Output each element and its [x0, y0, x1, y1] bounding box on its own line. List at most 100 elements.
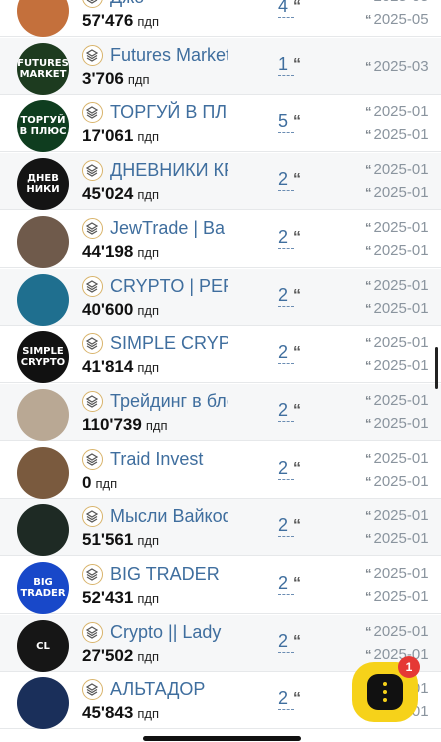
- quote-icon: “: [365, 127, 372, 142]
- mention-date-link[interactable]: “2025-05: [365, 8, 441, 31]
- channel-row[interactable]: Джо57'476пдп4““2025-05“2025-05: [0, 0, 441, 37]
- channel-row[interactable]: Трейдинг в блоге110'739пдп2““2025-01“202…: [0, 384, 441, 441]
- mention-date-link[interactable]: “2025-01: [365, 412, 441, 435]
- channel-name-link[interactable]: Мысли Вайкоффа: [110, 505, 228, 527]
- channel-avatar[interactable]: [17, 504, 69, 556]
- layers-icon: [82, 102, 103, 123]
- channel-row[interactable]: SIMPLE CRYPTOSIMPLE CRYPTO41'814пдп2““20…: [0, 326, 441, 383]
- mentions-count-link[interactable]: 2: [278, 631, 294, 653]
- subscriber-unit: пдп: [137, 14, 159, 29]
- mention-date-link[interactable]: “2025-01: [365, 620, 441, 643]
- channel-name-link[interactable]: SIMPLE CRYPTO: [110, 332, 228, 354]
- quote-icon: “: [365, 416, 372, 431]
- mention-date-link[interactable]: “2025-01: [365, 158, 441, 181]
- mention-date-link[interactable]: “2025-01: [365, 447, 441, 470]
- channel-avatar[interactable]: [17, 274, 69, 326]
- mentions-count-link[interactable]: 2: [278, 573, 294, 595]
- mention-date-link[interactable]: “2025-01: [365, 239, 441, 262]
- quote-icon: “: [293, 171, 301, 188]
- mention-date-link[interactable]: “2025-01: [365, 297, 441, 320]
- mention-date-text: 2025-03: [373, 58, 429, 75]
- channel-name-link[interactable]: CRYPTO | PERSONAL: [110, 275, 228, 297]
- channel-name-link[interactable]: BIG TRADER: [110, 563, 228, 585]
- quote-icon: “: [365, 393, 372, 408]
- channel-name-link[interactable]: ТОРГУЙ В ПЛЮС: [110, 101, 228, 123]
- mention-date-link[interactable]: “2025-01: [365, 331, 441, 354]
- channel-row[interactable]: ТОРГУЙ В ПЛЮСТОРГУЙ В ПЛЮС17'061пдп5““20…: [0, 95, 441, 152]
- mention-date-link[interactable]: “2025-01: [365, 100, 441, 123]
- dashed-underline: [278, 190, 294, 191]
- channel-row[interactable]: Мысли Вайкоффа51'561пдп2““2025-01“2025-0…: [0, 499, 441, 556]
- mentions-count-link[interactable]: 2: [278, 342, 294, 364]
- subscriber-unit: пдп: [137, 360, 159, 375]
- mention-date-link[interactable]: “2025-01: [365, 527, 441, 550]
- mentions-count-link[interactable]: 5: [278, 111, 294, 133]
- mention-date-link[interactable]: “2025-01: [365, 181, 441, 204]
- mentions-count-link[interactable]: 4: [278, 0, 294, 18]
- mention-date-link[interactable]: “2025-01: [365, 470, 441, 493]
- mentions-count-link[interactable]: 2: [278, 227, 294, 249]
- channel-avatar[interactable]: [17, 677, 69, 729]
- quote-icon: “: [365, 185, 372, 200]
- channel-avatar[interactable]: BIG TRADER: [17, 562, 69, 614]
- mentions-count-value: 2: [278, 573, 289, 593]
- channel-avatar[interactable]: [17, 0, 69, 37]
- scrollbar[interactable]: [435, 347, 438, 389]
- channel-name-link[interactable]: АЛЬТАДОР: [110, 678, 228, 700]
- mention-date-link[interactable]: “2025-03: [365, 55, 441, 78]
- channel-name-link[interactable]: JewTrade | Ba: [110, 217, 228, 239]
- mention-date-link[interactable]: “2025-01: [365, 123, 441, 146]
- channel-row[interactable]: FUTURES MARKET Futures Market 3'706 пдп 1 ““2…: [0, 38, 441, 95]
- channel-name-link[interactable]: Traid Invest: [110, 448, 228, 470]
- mentions-count-link[interactable]: 1: [278, 54, 294, 76]
- mention-date-text: 2025-01: [373, 357, 429, 374]
- channel-name-link[interactable]: ДНЕВНИКИ КРИПТОМАНЬЯКА: [110, 159, 228, 181]
- channel-avatar[interactable]: CL: [17, 620, 69, 672]
- mention-date-link[interactable]: “2025-01: [365, 216, 441, 239]
- layers-icon: [82, 391, 103, 412]
- channel-name-link[interactable]: Трейдинг в блоге: [110, 390, 228, 412]
- channel-avatar[interactable]: [17, 216, 69, 268]
- subscriber-count: 0 пдп: [82, 473, 117, 494]
- mentions-count-link[interactable]: 2: [278, 688, 294, 710]
- quote-icon: “: [293, 633, 301, 650]
- quote-icon: “: [293, 690, 301, 707]
- mention-date-link[interactable]: “2025-01: [365, 389, 441, 412]
- mention-date-link[interactable]: “2025-05: [365, 0, 441, 8]
- channel-name-link[interactable]: Джо: [110, 0, 228, 8]
- channel-avatar[interactable]: ТОРГУЙ В ПЛЮС: [17, 100, 69, 152]
- mentions-count-link[interactable]: 2: [278, 515, 294, 537]
- mention-date-link[interactable]: “2025-01: [365, 274, 441, 297]
- mention-date-link[interactable]: “2025-01: [365, 504, 441, 527]
- channel-row[interactable]: BIG TRADER BIG TRADER 52'431 пдп 2 ““2025-01 “…: [0, 557, 441, 614]
- mention-date-link[interactable]: “2025-01: [365, 562, 441, 585]
- channel-avatar[interactable]: [17, 389, 69, 441]
- channel-row[interactable]: ДНЕВ НИКИ ДНЕВНИКИ КРИПТОМАНЬЯКА 45'024пдп…: [0, 153, 441, 210]
- mention-date-link[interactable]: “2025-01: [365, 354, 441, 377]
- channel-avatar[interactable]: SIMPLE CRYPTO: [17, 331, 69, 383]
- mention-date-text: 2025-01: [373, 392, 429, 409]
- subscriber-number: 17'061: [82, 126, 134, 145]
- mention-date-link[interactable]: “2025-01: [365, 585, 441, 608]
- subscriber-count: 44'198 пдп: [82, 242, 159, 263]
- channel-avatar[interactable]: [17, 447, 69, 499]
- channel-row[interactable]: JewTrade | Ba 44'198 пдп 2 ““2025-01 “2025-01: [0, 211, 441, 268]
- quote-icon: “: [365, 474, 372, 489]
- mentions-count-link[interactable]: 2: [278, 285, 294, 307]
- mentions-count-link[interactable]: 2: [278, 169, 294, 191]
- quote-icon: “: [365, 508, 372, 523]
- subscriber-count: 41'814 пдп: [82, 357, 159, 378]
- mentions-count-value: 2: [278, 285, 289, 305]
- mentions-count-link[interactable]: 2: [278, 400, 294, 422]
- subscriber-number: 45'843: [82, 703, 134, 722]
- mentions-count-link[interactable]: 2: [278, 458, 294, 480]
- channel-name-link[interactable]: Crypto || Lady: [110, 621, 228, 643]
- quote-icon: “: [365, 278, 372, 293]
- channel-row[interactable]: Traid Invest 0 пдп 2 ““2025-01 “2025-01: [0, 442, 441, 499]
- channel-avatar[interactable]: ДНЕВ НИКИ: [17, 158, 69, 210]
- channel-name-link[interactable]: Futures Market: [110, 44, 228, 66]
- mention-date-text: 2025-01: [373, 334, 429, 351]
- home-indicator[interactable]: [143, 736, 301, 741]
- channel-row[interactable]: CRYPTO | PERSONAL40'600пдп2““2025-01“202…: [0, 269, 441, 326]
- channel-avatar[interactable]: FUTURES MARKET: [17, 43, 69, 95]
